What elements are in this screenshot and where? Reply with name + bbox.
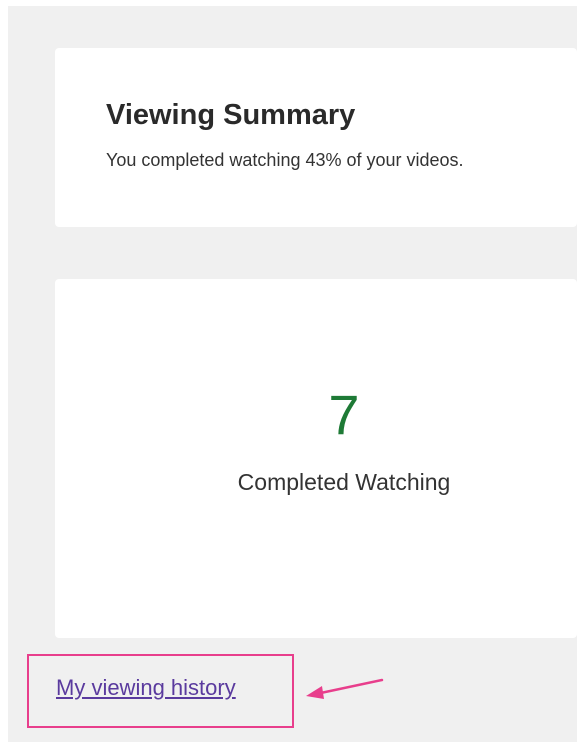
completed-watching-label: Completed Watching [237, 469, 451, 495]
annotation-highlight-box [27, 654, 294, 728]
viewing-summary-text: You completed watching 43% of your video… [106, 150, 464, 170]
viewing-summary-card: Viewing Summary You completed watching 4… [55, 48, 577, 227]
completed-watching-count: 7 [328, 383, 360, 446]
annotation-arrow-icon [306, 678, 384, 699]
viewing-summary-title: Viewing Summary [106, 99, 356, 131]
completed-watching-card: 7 Completed Watching [55, 279, 577, 638]
